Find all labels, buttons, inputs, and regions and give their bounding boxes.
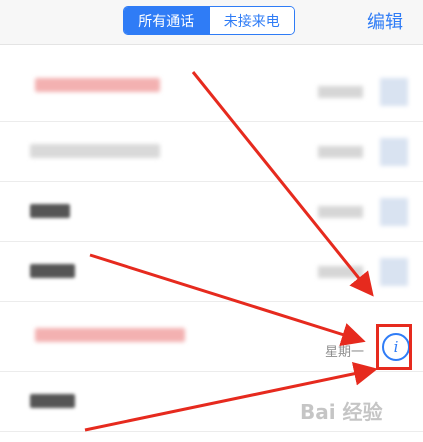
watermark: Bai 经验 (300, 400, 383, 424)
annotation-arrows (84, 71, 378, 432)
arrow-top (191, 71, 374, 297)
arrow-middle (89, 253, 366, 347)
